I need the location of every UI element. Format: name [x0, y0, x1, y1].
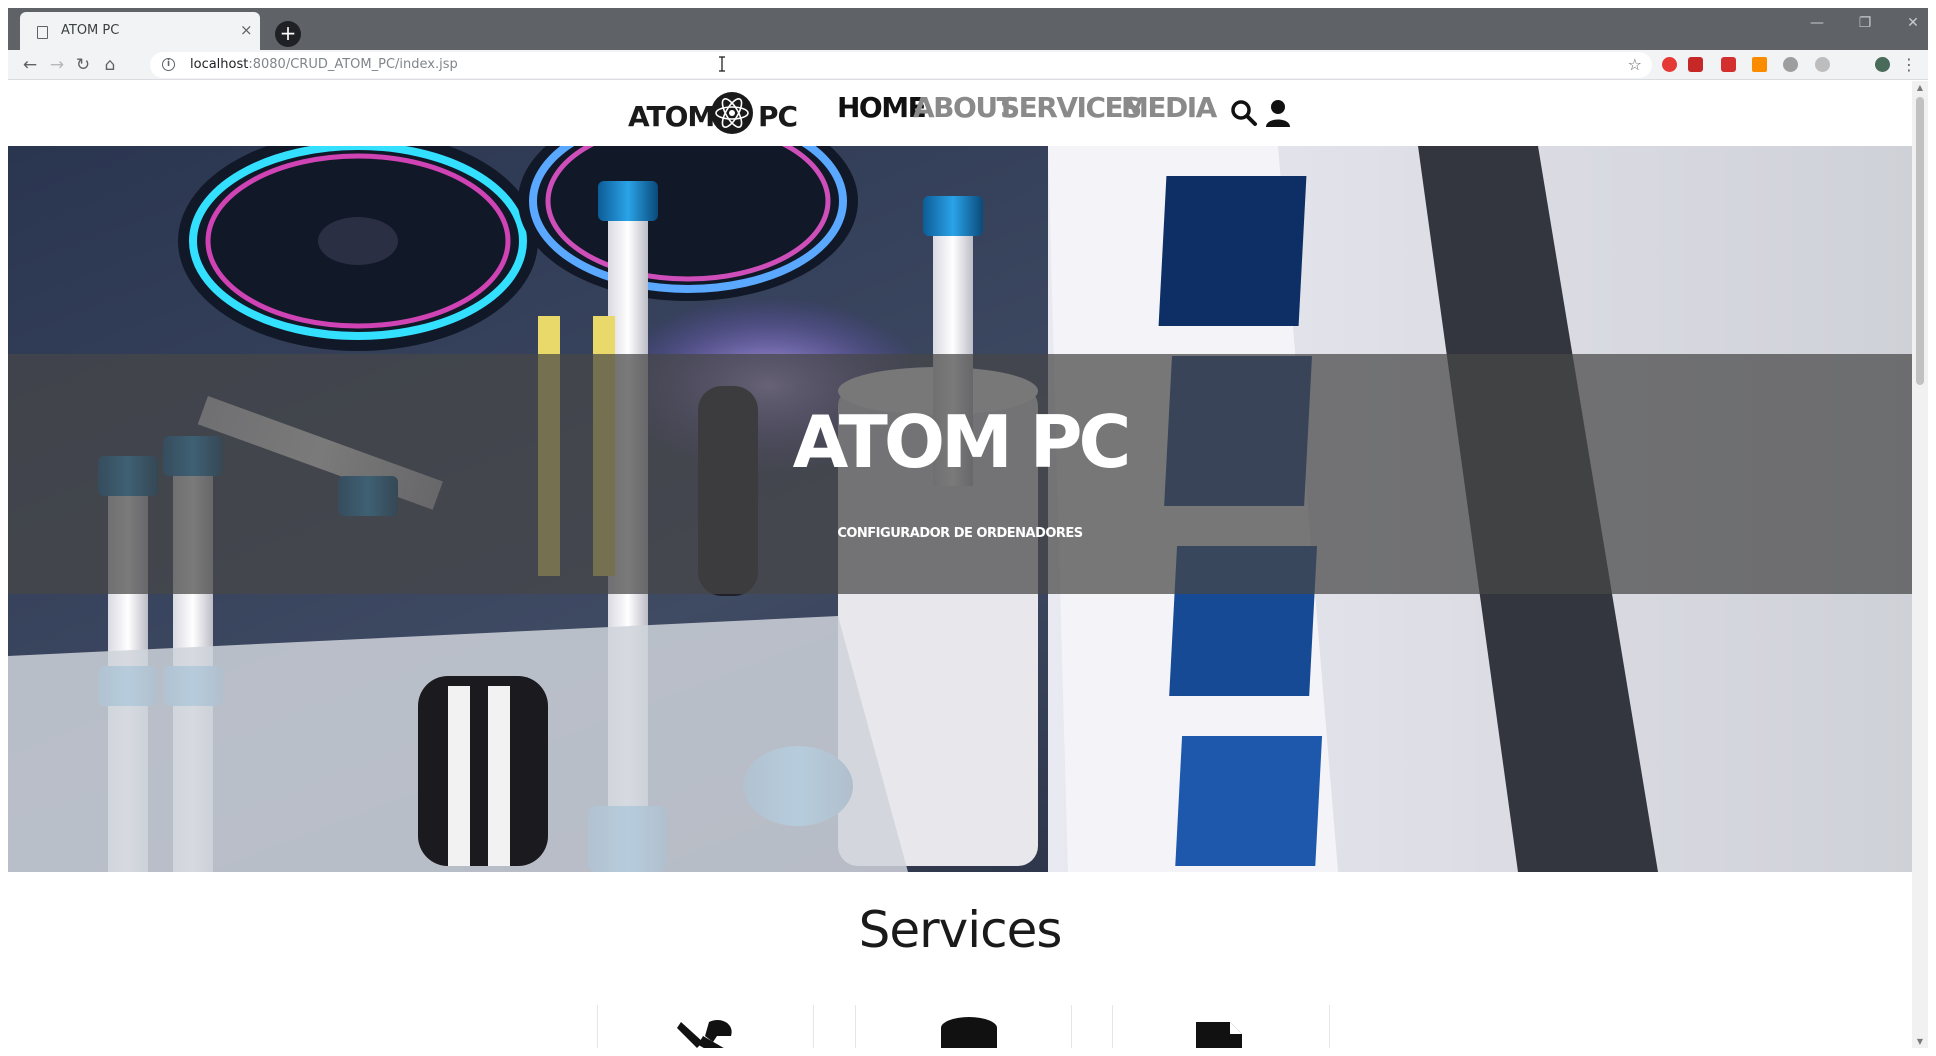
- scroll-down-arrow-icon[interactable]: ▼: [1915, 1037, 1925, 1046]
- extension-play-icon[interactable]: [1721, 57, 1736, 72]
- browser-window: ATOM PC × + — ❐ ✕ ← → ↻ ⌂ i localhost:80…: [0, 0, 1936, 1056]
- back-button[interactable]: ←: [19, 54, 41, 76]
- tab-strip: ATOM PC × + — ❐ ✕: [8, 8, 1928, 50]
- services-divider: [1112, 1005, 1113, 1048]
- tools-icon: [677, 1019, 732, 1048]
- services-divider: [1071, 1005, 1072, 1048]
- scroll-thumb[interactable]: [1916, 97, 1924, 385]
- hero-title: ATOM PC: [792, 400, 1132, 484]
- browser-tab[interactable]: ATOM PC ×: [20, 12, 260, 50]
- services-divider: [813, 1005, 814, 1048]
- logo-text-left: ATOM: [628, 100, 715, 133]
- atom-logo-icon: [711, 92, 753, 134]
- new-tab-button[interactable]: +: [275, 21, 301, 47]
- close-window-button[interactable]: ✕: [1890, 8, 1936, 38]
- extension-gray-icon[interactable]: [1815, 57, 1830, 72]
- database-icon: [941, 1017, 997, 1048]
- services-heading: Services: [858, 901, 1063, 959]
- site-header: ATOM PC HOME ABOUT SERVICES MEDIA: [8, 81, 1912, 146]
- url-text[interactable]: localhost:8080/CRUD_ATOM_PC/index.jsp: [190, 57, 458, 72]
- minimize-button[interactable]: —: [1794, 8, 1840, 38]
- logo-text-right: PC: [758, 100, 798, 133]
- close-tab-icon[interactable]: ×: [240, 21, 253, 39]
- tab-title: ATOM PC: [61, 23, 120, 38]
- user-icon[interactable]: [1263, 98, 1293, 128]
- services-divider: [1329, 1005, 1330, 1048]
- nav-about[interactable]: ABOUT: [913, 91, 1016, 124]
- hero-banner: ATOM PC CONFIGURADOR DE ORDENADORES: [8, 146, 1912, 872]
- search-icon[interactable]: [1229, 98, 1259, 128]
- extension-key-icon[interactable]: [1752, 57, 1767, 72]
- text-cursor-icon: [719, 56, 725, 72]
- adblock-icon[interactable]: [1688, 57, 1703, 72]
- url-host: localhost: [190, 57, 249, 72]
- restore-button[interactable]: ❐: [1842, 8, 1888, 38]
- hero-overlay: ATOM PC CONFIGURADOR DE ORDENADORES: [8, 354, 1912, 594]
- profile-avatar-icon[interactable]: [1875, 57, 1890, 72]
- services-divider: [855, 1005, 856, 1048]
- home-button[interactable]: ⌂: [99, 54, 121, 76]
- document-icon: [1196, 1022, 1242, 1048]
- nav-services[interactable]: SERVICES: [1000, 91, 1142, 124]
- page-icon: [37, 26, 48, 39]
- bookmark-star-icon[interactable]: ☆: [1628, 55, 1642, 74]
- address-bar[interactable]: i localhost:8080/CRUD_ATOM_PC/index.jsp …: [150, 52, 1652, 78]
- extension-sync-icon[interactable]: [1783, 57, 1798, 72]
- page-scrollbar[interactable]: ▲ ▼: [1912, 81, 1928, 1048]
- nav-media[interactable]: MEDIA: [1121, 91, 1217, 124]
- web-page: ATOM PC HOME ABOUT SERVICES MEDIA ATOM P…: [8, 81, 1912, 1048]
- scroll-up-arrow-icon[interactable]: ▲: [1915, 83, 1925, 92]
- url-path: :8080/CRUD_ATOM_PC/index.jsp: [248, 57, 458, 72]
- browser-toolbar: ← → ↻ ⌂ i localhost:8080/CRUD_ATOM_PC/in…: [8, 50, 1928, 80]
- menu-kebab-icon[interactable]: ⋮: [1898, 54, 1920, 76]
- info-icon[interactable]: i: [162, 58, 175, 71]
- nav-home[interactable]: HOME: [837, 91, 927, 124]
- hero-subtitle: CONFIGURADOR DE ORDENADORES: [837, 526, 1083, 541]
- extension-red-icon[interactable]: [1662, 57, 1677, 72]
- reload-button[interactable]: ↻: [72, 54, 94, 76]
- services-divider: [597, 1005, 598, 1048]
- forward-button[interactable]: →: [46, 54, 68, 76]
